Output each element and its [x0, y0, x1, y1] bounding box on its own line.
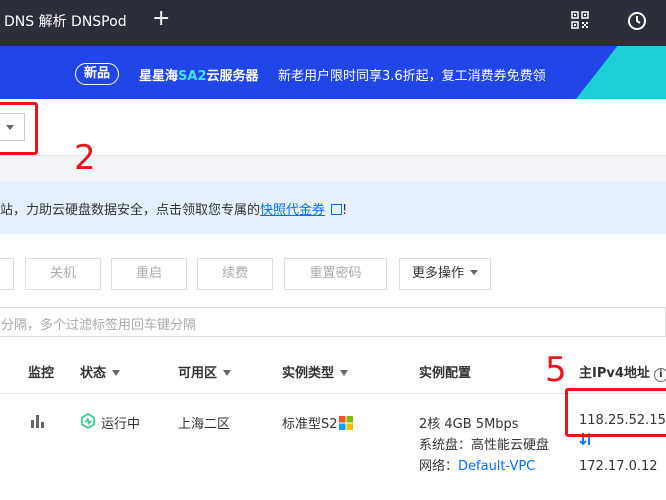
add-tab-button[interactable]: +: [152, 6, 170, 31]
browser-tab-bar: DNS 解析 DNSPod +: [0, 0, 666, 46]
banner-promo-text: 新老用户限时同享3.6折起，复工消费券免费领: [278, 69, 546, 84]
header-zone[interactable]: 可用区: [178, 362, 232, 381]
annotation-step-5: 5: [545, 350, 567, 390]
toolbar-button-partial[interactable]: [0, 258, 14, 290]
reset-password-button[interactable]: 重置密码: [284, 258, 387, 290]
header-type[interactable]: 实例类型: [282, 362, 349, 381]
more-actions-button[interactable]: 更多操作: [399, 258, 491, 290]
config-network: 网络：Default-VPC: [419, 459, 536, 474]
instance-status: 运行中: [101, 417, 141, 432]
qr-code-icon[interactable]: [571, 11, 589, 29]
banner-brand: 星星海SA2云服务器: [139, 69, 259, 84]
running-status-icon: [81, 413, 95, 429]
monitor-chart-icon[interactable]: [30, 414, 45, 428]
restart-button[interactable]: 重启: [111, 258, 187, 290]
filter-placeholder: 分隔，多个过滤标签用回车键分隔: [1, 318, 197, 333]
chevron-down-icon: [470, 270, 478, 275]
notice-bar: 站，力助云硬盘数据安全，点击领取您专属的快照代金券!: [0, 181, 666, 234]
banner-stripe: [576, 46, 666, 99]
clock-icon[interactable]: [627, 11, 647, 31]
annotation-box-region: [0, 102, 38, 155]
annotation-box-ip: [565, 388, 666, 437]
vpc-link[interactable]: Default-VPC: [458, 459, 535, 474]
renew-button[interactable]: 续费: [197, 258, 273, 290]
annotation-step-2: 2: [74, 138, 96, 178]
external-link-icon[interactable]: [331, 204, 343, 215]
config-disk: 系统盘：高性能云硬盘: [419, 438, 550, 453]
header-monitor: 监控: [28, 366, 55, 381]
promo-banner[interactable]: 新品 星星海SA2云服务器 新老用户限时同享3.6折起，复工消费券免费领: [0, 46, 666, 99]
filter-input[interactable]: 分隔，多个过滤标签用回车键分隔: [0, 307, 666, 337]
filter-icon[interactable]: [340, 370, 349, 376]
new-product-badge: 新品: [75, 63, 119, 85]
region-bar: [0, 99, 666, 156]
info-icon[interactable]: i: [653, 368, 666, 382]
filter-icon[interactable]: [223, 370, 232, 376]
config-cpu: 2核 4GB 5Mbps: [419, 417, 519, 432]
voucher-link[interactable]: 快照代金券: [260, 203, 325, 218]
header-status[interactable]: 状态: [80, 362, 121, 381]
header-ip: 主IPv4地址 i: [579, 362, 666, 382]
shutdown-button[interactable]: 关机: [25, 258, 101, 290]
tab-title[interactable]: DNS 解析 DNSPod: [4, 11, 127, 31]
windows-icon: [338, 416, 353, 430]
instance-type: 标准型S2: [282, 413, 353, 432]
header-config: 实例配置: [419, 366, 472, 381]
notice-text: 站，力助云硬盘数据安全，点击领取您专属的快照代金券!: [0, 203, 348, 218]
filter-icon[interactable]: [112, 370, 121, 376]
instance-zone: 上海二区: [178, 417, 231, 432]
private-ip: 172.17.0.12（内: [579, 459, 666, 474]
instance-toolbar: 关机 重启 续费 重置密码 更多操作 分隔，多个过滤标签用回车键分隔: [0, 234, 666, 348]
